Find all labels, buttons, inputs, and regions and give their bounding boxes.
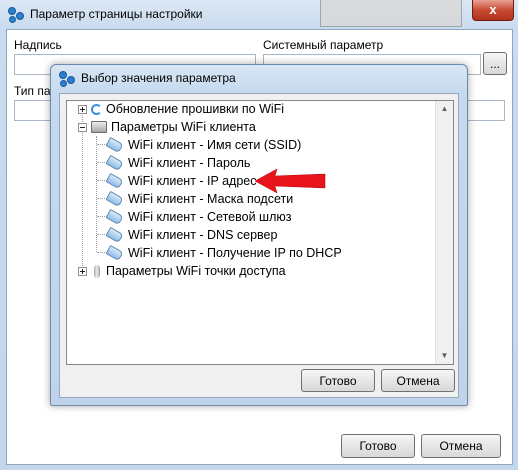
tree-node-wifi-client-params[interactable]: Параметры WiFi клиента — [78, 118, 256, 136]
tag-icon — [105, 172, 124, 190]
tag-icon — [105, 244, 124, 262]
tree-node-label: WiFi клиент - IP адрес — [128, 174, 257, 188]
annotation-arrow-icon — [255, 168, 326, 194]
tree-node-wifi-ssid[interactable]: WiFi клиент - Имя сети (SSID) — [105, 136, 301, 154]
system-param-label: Системный параметр — [263, 38, 384, 52]
refresh-icon — [91, 103, 102, 115]
scroll-up-icon[interactable]: ▲ — [437, 101, 452, 117]
tree-node-label: WiFi клиент - Сетевой шлюз — [128, 210, 292, 224]
collapse-icon[interactable] — [78, 122, 87, 132]
tree-node-wifi-ap-params[interactable]: Параметры WiFi точки доступа — [78, 262, 286, 280]
tree-node-label: WiFi клиент - Получение IP по DHCP — [128, 246, 342, 260]
tree-node-label: WiFi клиент - Маска подсети — [128, 192, 294, 206]
browse-button[interactable]: ... — [483, 52, 507, 75]
window-titlebar: Параметр страницы настройки — [8, 5, 202, 23]
tree-node-label: Параметры WiFi клиента — [111, 120, 256, 134]
close-button[interactable]: x — [472, 0, 514, 21]
tag-icon — [105, 226, 124, 244]
caption-label: Надпись — [14, 38, 62, 52]
tag-icon — [105, 154, 124, 172]
dialog-ok-button[interactable]: Готово — [301, 369, 375, 392]
window-title: Параметр страницы настройки — [30, 7, 203, 21]
scroll-down-icon[interactable]: ▼ — [437, 348, 452, 364]
wrench-icon — [94, 264, 100, 278]
dialog-app-icon — [59, 70, 75, 87]
dialog-client-area: Обновление прошивки по WiFi Параметры Wi… — [59, 93, 459, 398]
tree-node-label: Параметры WiFi точки доступа — [106, 264, 286, 278]
tree-node-label: Обновление прошивки по WiFi — [106, 102, 285, 116]
dialog-title: Выбор значения параметра — [81, 71, 236, 85]
tree-node-wifi-gateway[interactable]: WiFi клиент - Сетевой шлюз — [105, 208, 291, 226]
tree-node-label: WiFi клиент - Имя сети (SSID) — [128, 138, 302, 152]
expand-icon[interactable] — [78, 266, 87, 276]
tree-node-wifi-password[interactable]: WiFi клиент - Пароль — [105, 154, 250, 172]
parameter-tree[interactable]: Обновление прошивки по WiFi Параметры Wi… — [66, 100, 454, 365]
tree-node-wifi-dns[interactable]: WiFi клиент - DNS сервер — [105, 226, 277, 244]
expand-icon[interactable] — [78, 104, 87, 114]
outer-cancel-button[interactable]: Отмена — [421, 434, 501, 458]
dialog-cancel-button[interactable]: Отмена — [381, 369, 455, 392]
tree-node-wifi-ip-address[interactable]: WiFi клиент - IP адрес — [105, 172, 257, 190]
background-window — [320, 0, 462, 27]
tag-icon — [105, 190, 124, 208]
app-icon — [8, 6, 24, 23]
select-parameter-dialog: Выбор значения параметра Обновление прош… — [50, 64, 468, 406]
tree-node-wifi-dhcp[interactable]: WiFi клиент - Получение IP по DHCP — [105, 244, 342, 262]
dialog-titlebar: Выбор значения параметра — [59, 70, 236, 87]
tree-vertical-scrollbar[interactable]: ▲ ▼ — [435, 101, 453, 364]
tree-node-label: WiFi клиент - Пароль — [128, 156, 251, 170]
param-type-label: Тип параметра — [14, 84, 54, 98]
tag-icon — [105, 208, 124, 226]
folder-icon — [91, 121, 107, 133]
tree-node-label: WiFi клиент - DNS сервер — [128, 228, 278, 242]
tag-icon — [105, 136, 124, 154]
tree-node-firmware-update[interactable]: Обновление прошивки по WiFi — [78, 101, 285, 118]
outer-ok-button[interactable]: Готово — [341, 434, 415, 458]
